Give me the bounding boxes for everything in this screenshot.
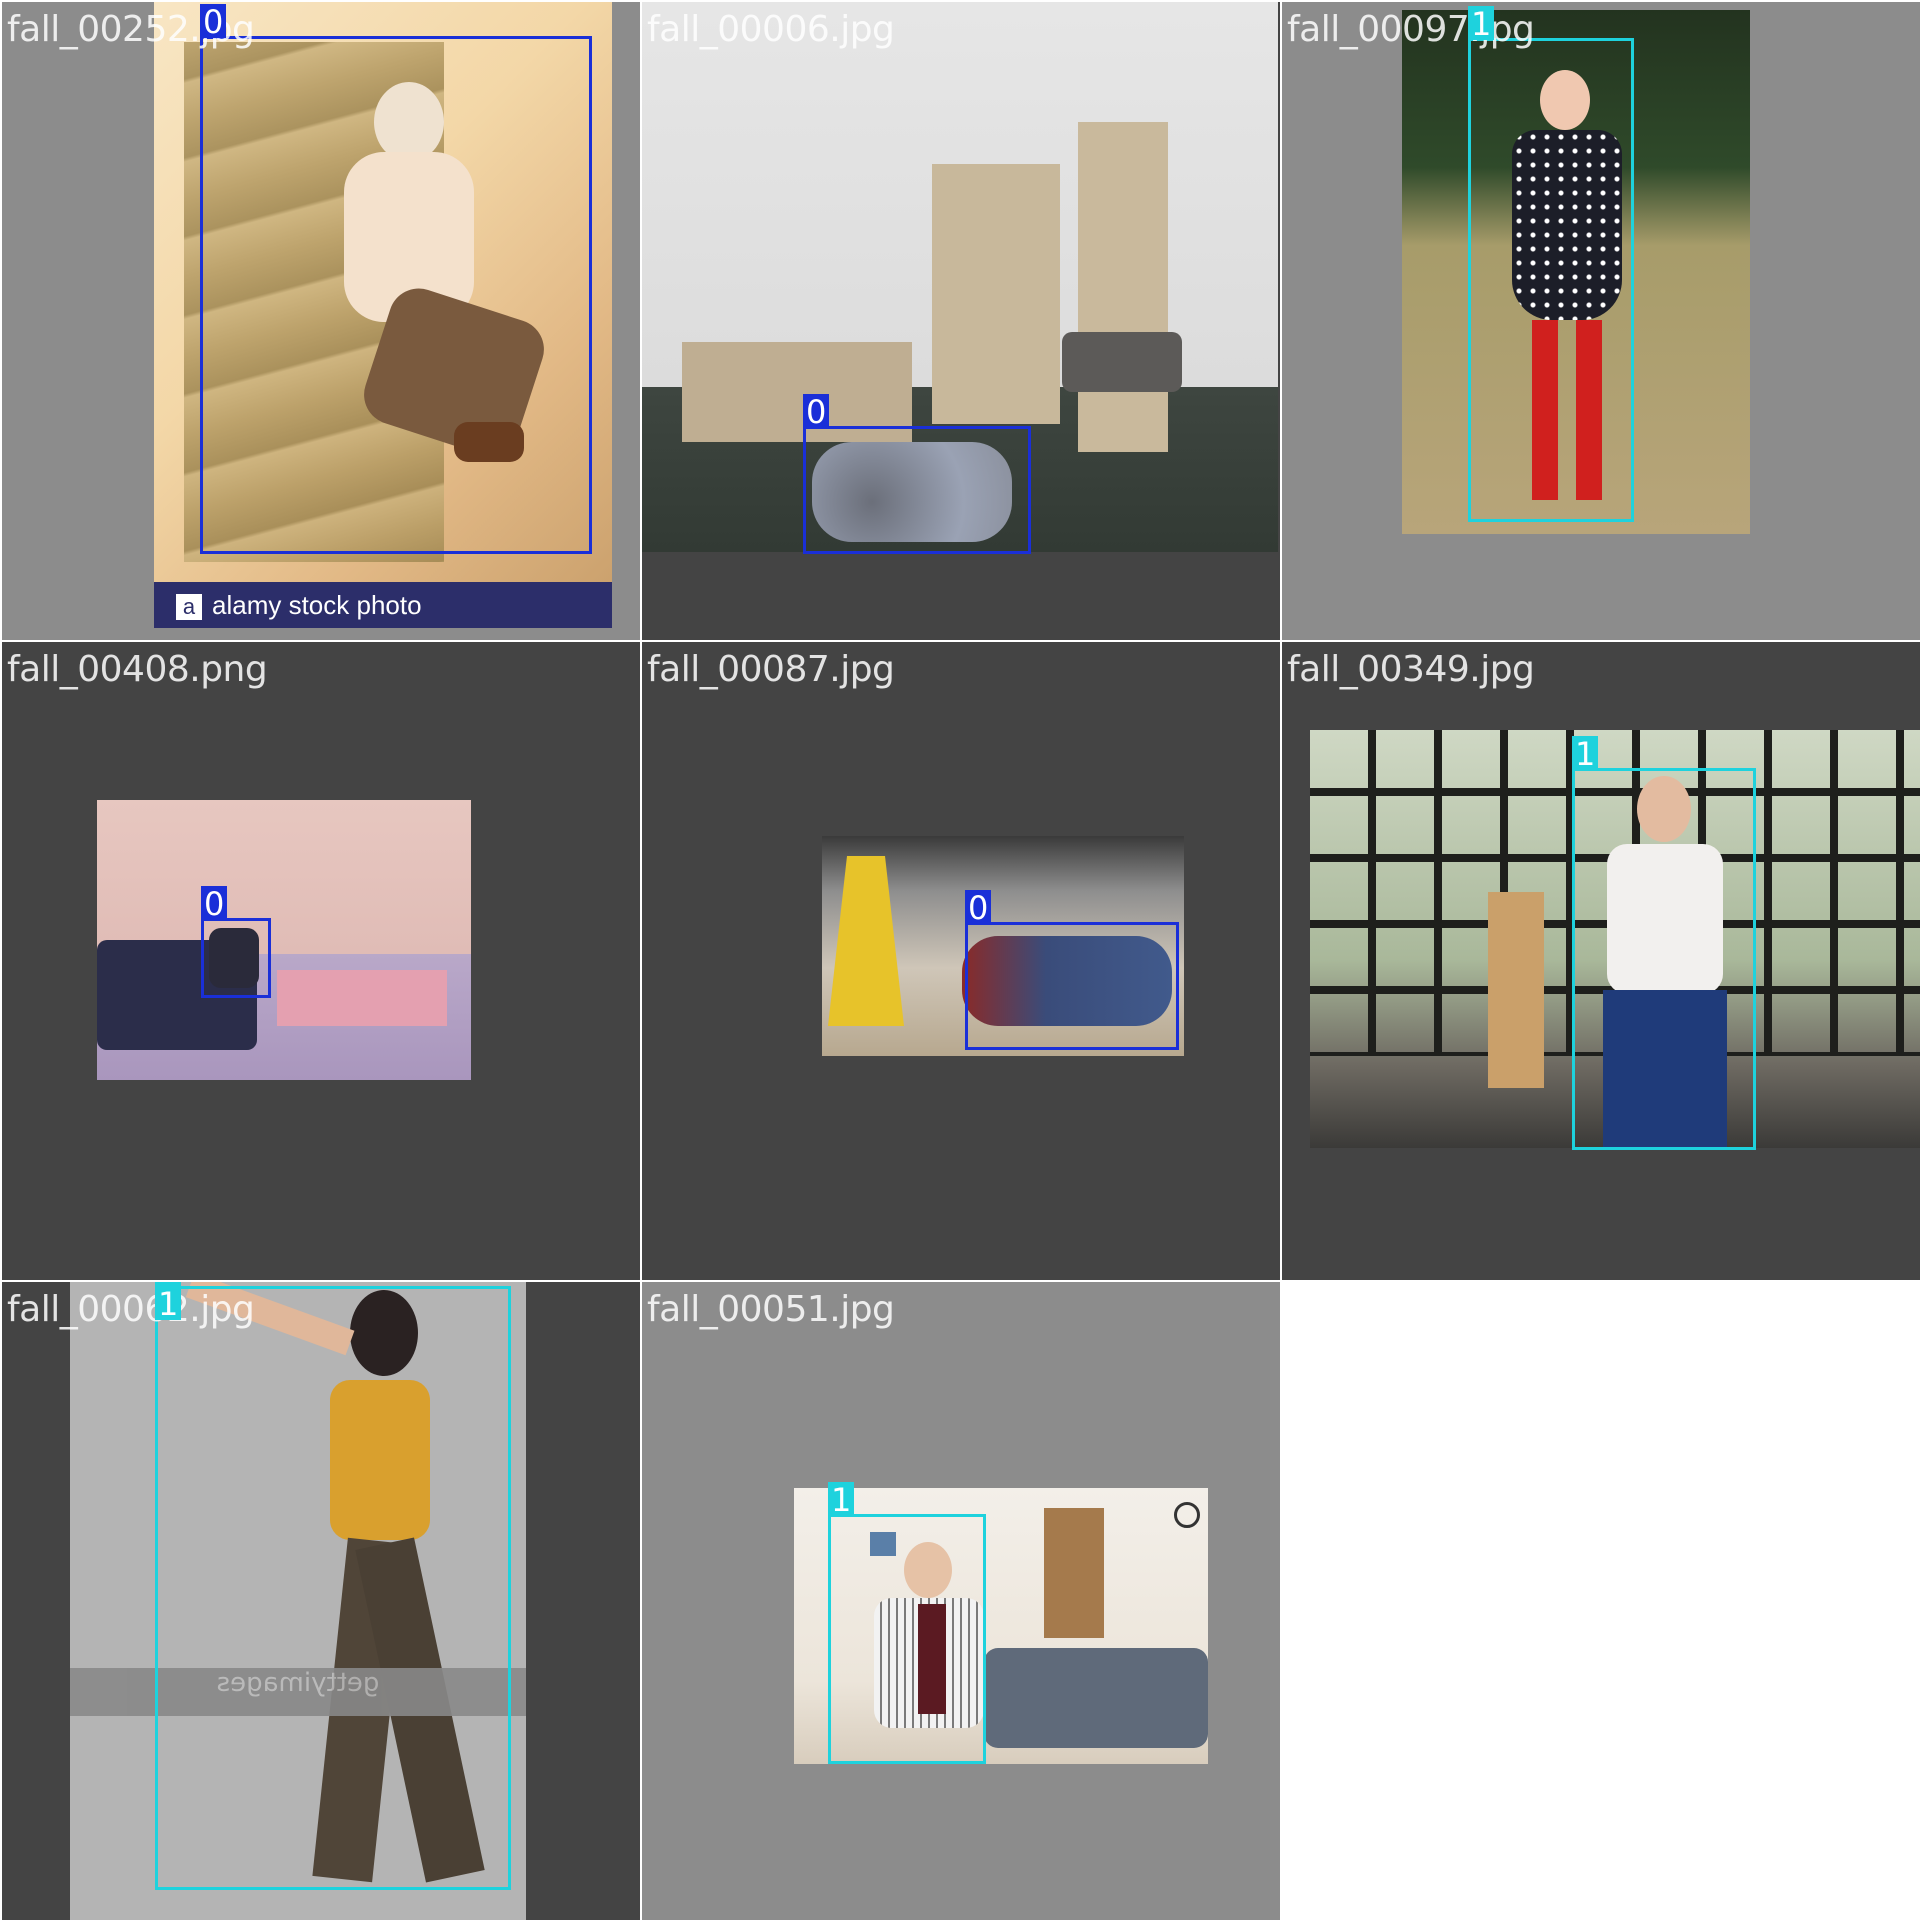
mattress bbox=[277, 970, 447, 1026]
image-bedroom bbox=[97, 800, 471, 1080]
tile-filename: fall_00097.jpg bbox=[1287, 9, 1535, 50]
watermark-text: alamy stock photo bbox=[212, 590, 422, 620]
detection-label: 0 bbox=[201, 886, 228, 920]
detection-label: 1 bbox=[1468, 6, 1495, 40]
alamy-logo: a bbox=[176, 594, 202, 621]
detection-label: 0 bbox=[200, 4, 227, 38]
tile-fall-00062[interactable]: gettyimages 1 fall_00062.jpg bbox=[2, 1282, 640, 1920]
tile-fall-00006[interactable]: 0 fall_00006.jpg bbox=[642, 2, 1280, 640]
tile-fall-00408[interactable]: 0 fall_00408.png bbox=[2, 642, 640, 1280]
tile-filename: fall_00051.jpg bbox=[647, 1289, 895, 1330]
detection-box-class-0[interactable] bbox=[803, 426, 1031, 554]
tile-fall-00349[interactable]: 1 fall_00349.jpg bbox=[1282, 642, 1920, 1280]
tile-filename: fall_00408.png bbox=[7, 649, 268, 690]
detection-box-class-1[interactable] bbox=[1468, 38, 1634, 522]
tile-filename: fall_00006.jpg bbox=[647, 9, 895, 50]
detection-label: 0 bbox=[965, 890, 992, 924]
tile-fall-00097[interactable]: 1 fall_00097.jpg bbox=[1282, 2, 1920, 640]
bookshelf bbox=[1044, 1508, 1104, 1638]
detection-box-class-1[interactable] bbox=[1572, 768, 1756, 1150]
tile-fall-00252[interactable]: a alamy stock photo 0 fall_00252.jpg bbox=[2, 2, 640, 640]
tile-fall-00051[interactable]: 1 fall_00051.jpg bbox=[642, 1282, 1280, 1920]
clock bbox=[1174, 1502, 1200, 1528]
detection-label: 0 bbox=[803, 394, 830, 428]
cabinet bbox=[1078, 122, 1168, 452]
door bbox=[932, 164, 1060, 424]
detection-box-class-0[interactable] bbox=[200, 36, 592, 554]
tile-filename: fall_00087.jpg bbox=[647, 649, 895, 690]
detection-label: 1 bbox=[1572, 736, 1599, 770]
chair bbox=[1062, 332, 1182, 392]
detection-label: 1 bbox=[155, 1282, 182, 1320]
detection-box-class-0[interactable] bbox=[201, 918, 271, 998]
detection-box-class-0[interactable] bbox=[965, 922, 1179, 1050]
sofa bbox=[984, 1648, 1208, 1748]
detection-box-class-1[interactable] bbox=[828, 1514, 986, 1764]
detection-box-class-1[interactable] bbox=[155, 1286, 511, 1890]
watermark-bar: a alamy stock photo bbox=[154, 582, 612, 628]
lamp bbox=[1488, 892, 1544, 1088]
detection-label: 1 bbox=[828, 1482, 855, 1516]
tile-filename: fall_00349.jpg bbox=[1287, 649, 1535, 690]
tile-fall-00087[interactable]: 0 fall_00087.jpg bbox=[642, 642, 1280, 1280]
wet-floor-sign bbox=[828, 856, 904, 1026]
tile-filename: fall_00062.jpg bbox=[7, 1289, 255, 1330]
